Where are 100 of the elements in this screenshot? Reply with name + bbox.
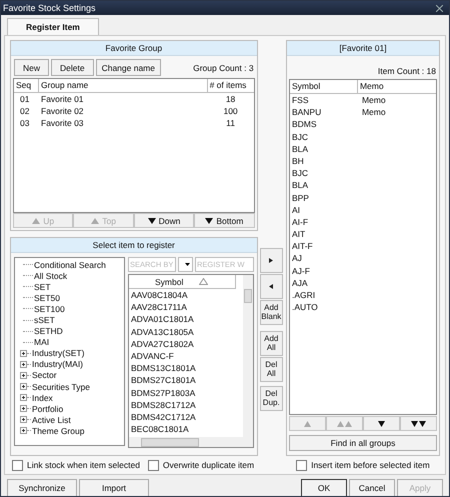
vertical-scrollbar[interactable] — [242, 275, 253, 437]
table-cell-text: 100 — [222, 105, 239, 118]
expand-icon[interactable] — [20, 394, 27, 402]
list-item[interactable]: BDMS27C1801A — [129, 374, 243, 386]
column-header[interactable]: Memo — [358, 80, 436, 93]
toolbar-button[interactable]: Change name — [96, 59, 161, 76]
table-cell-text: Favorite 03 — [40, 117, 85, 130]
tree-item[interactable]: Portfolio — [31, 404, 64, 414]
double-down-triangle-icon — [411, 420, 426, 426]
tree-item[interactable]: MAI — [33, 337, 50, 348]
column-header[interactable]: Seq — [14, 79, 39, 92]
tree-item[interactable]: Active List — [31, 414, 71, 425]
tree-item[interactable]: SET100 — [33, 304, 65, 314]
list-item[interactable]: BEC08C1801A — [129, 423, 243, 436]
horizontal-scrollbar[interactable] — [129, 437, 253, 447]
list-item[interactable]: BDMS42C1712A — [129, 410, 243, 424]
window-title: Favorite Stock Settings — [3, 3, 96, 13]
list-item[interactable]: ADVANC-F — [129, 350, 243, 362]
table-cell-text: BH — [290, 154, 305, 168]
tree-item[interactable]: sSET — [33, 315, 55, 326]
transfer-button[interactable]: Add Blank — [260, 300, 283, 325]
column-header[interactable]: Symbol — [290, 80, 358, 93]
list-item[interactable]: BDMS28C1712A — [129, 398, 243, 411]
table-cell-text: 02 — [19, 105, 30, 118]
tree-item[interactable]: SET50 — [33, 292, 60, 303]
item-count: Item Count : 18 — [378, 66, 436, 76]
move-button[interactable] — [400, 416, 438, 431]
table-cell-text: BJC — [290, 130, 310, 143]
table-cell-text: AJ-F — [290, 264, 311, 277]
up-triangle-icon — [304, 420, 311, 426]
tree-item[interactable]: SETHD — [33, 326, 63, 336]
list-item[interactable]: ADVA01C1801A — [129, 313, 243, 326]
expand-icon[interactable] — [20, 350, 27, 357]
tree-item[interactable]: Conditional Search — [33, 260, 106, 270]
checkbox[interactable] — [12, 460, 23, 470]
tree-item[interactable]: Theme Group — [31, 426, 84, 436]
table-cell-text: BANPU — [290, 106, 322, 118]
expand-icon[interactable] — [20, 372, 27, 379]
table-cell-text: BDMS — [290, 118, 318, 131]
panel-title: Select item to register — [11, 238, 257, 253]
list-item[interactable]: BDMS27P1803A — [129, 386, 243, 399]
tree-item[interactable]: Sector — [31, 370, 57, 380]
up-triangle-icon — [91, 218, 100, 224]
table-cell-text: AJ — [290, 252, 303, 265]
list-item[interactable]: BDMS13C1801A — [129, 362, 243, 374]
table-cell-text: 03 — [19, 117, 30, 130]
expand-icon[interactable] — [20, 427, 27, 434]
checkbox[interactable] — [148, 460, 159, 470]
footer-button[interactable]: Import — [79, 479, 149, 496]
move-button[interactable]: Down — [134, 213, 194, 228]
down-triangle-icon — [148, 218, 156, 224]
expand-icon[interactable] — [20, 416, 27, 424]
expand-icon[interactable] — [20, 360, 27, 368]
transfer-button[interactable]: Add All — [260, 331, 283, 356]
checkbox-label: Link stock when item selected — [27, 460, 140, 470]
table-cell-text: BLA — [290, 179, 310, 192]
right-triangle-icon — [269, 258, 274, 263]
tree-item[interactable]: SET — [33, 282, 51, 292]
tree-item[interactable]: Securities Type — [31, 382, 90, 392]
close-icon[interactable] — [436, 4, 443, 12]
toolbar-button[interactable]: New — [14, 59, 50, 76]
expand-icon[interactable] — [20, 383, 27, 390]
table-cell-text: AI-F — [290, 216, 310, 228]
table-cell-text: Favorite 02 — [40, 105, 85, 118]
find-button[interactable]: Find in all groups — [288, 435, 437, 451]
table-cell-text: AIT — [290, 228, 306, 240]
dropdown[interactable] — [178, 257, 193, 272]
down-triangle-icon — [378, 420, 385, 426]
tree-item[interactable]: Industry(SET) — [31, 348, 84, 358]
transfer-button[interactable]: Del All — [260, 357, 283, 382]
transfer-button[interactable]: Del Dup. — [260, 386, 283, 411]
expand-icon[interactable] — [20, 405, 27, 412]
table-cell-text: Memo — [360, 106, 387, 118]
dialog-button[interactable]: Cancel — [349, 479, 395, 496]
column-header[interactable]: # of items — [208, 79, 254, 92]
toolbar-button[interactable]: Delete — [51, 59, 94, 76]
column-header[interactable]: Symbol — [129, 275, 236, 289]
table-cell-text: Favorite 01 — [40, 93, 85, 106]
table-cell-text: 01 — [19, 93, 30, 106]
group-count: Group Count : 3 — [193, 62, 255, 72]
list-item[interactable]: AAV08C1804A — [129, 289, 243, 302]
checkbox-label: Insert item before selected item — [311, 460, 430, 470]
tree-item[interactable]: Index — [31, 392, 53, 403]
table-cell-text: AIT-F — [290, 240, 314, 252]
tree-item[interactable]: All Stock — [33, 270, 68, 281]
column-header[interactable]: Group name — [39, 79, 208, 92]
table-cell-text: AI — [290, 204, 301, 216]
list-item[interactable]: ADVA27C1802A — [129, 338, 243, 350]
move-button[interactable]: Bottom — [194, 213, 255, 228]
table-cell-text: .AUTO — [290, 301, 319, 314]
sort-icon — [199, 278, 208, 285]
footer-button[interactable]: Synchronize — [7, 479, 77, 496]
move-button[interactable] — [362, 416, 400, 431]
list-item[interactable]: ADVA13C1805A — [129, 326, 243, 338]
dialog-button[interactable]: OK — [301, 479, 347, 496]
tab[interactable]: Register Item — [7, 18, 99, 35]
checkbox[interactable] — [296, 460, 308, 470]
table-cell-text: 18 — [224, 93, 236, 106]
list-item[interactable]: AAV28C1711A — [129, 301, 243, 314]
tree-item[interactable]: Industry(MAI) — [31, 359, 84, 370]
